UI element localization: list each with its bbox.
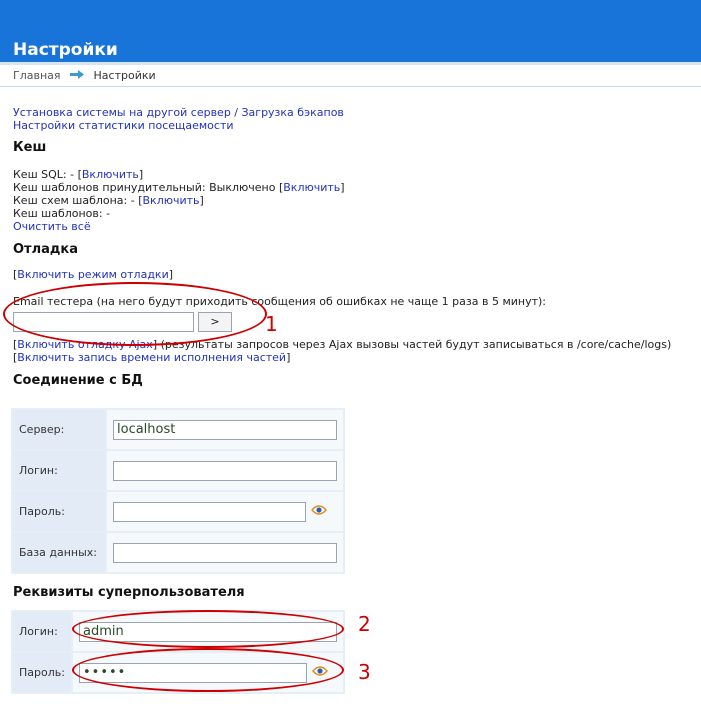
eye-icon[interactable] (311, 504, 327, 519)
cache-tpl-forced-row: Кеш шаблонов принудительный: Выключено [… (13, 181, 345, 194)
page-title: Настройки (13, 40, 118, 60)
cache-schema-row: Кеш схем шаблона: - [Включить] (13, 194, 204, 207)
debug-mode-enable-link[interactable]: Включить режим отладки (17, 268, 168, 281)
annotation-ellipse-2 (72, 610, 344, 648)
stats-settings-link[interactable]: Настройки статистики посещаемости (13, 119, 234, 132)
db-form-table: Сервер: localhost Логин: Пароль: База да… (11, 408, 345, 574)
annotation-ellipse-1 (3, 282, 267, 346)
breadcrumb-home-link[interactable]: Главная (13, 69, 61, 82)
debug-heading: Отладка (13, 242, 78, 257)
annotation-number-1: 1 (265, 312, 278, 336)
timing-enable-link[interactable]: Включить запись времени исполнения часте… (17, 351, 286, 364)
db-server-input[interactable]: localhost (113, 419, 337, 440)
db-server-label: Сервер: (13, 410, 105, 449)
db-password-label: Пароль: (13, 492, 105, 531)
annotation-number-3: 3 (358, 660, 371, 684)
debug-mode-row: [Включить режим отладки] (13, 268, 174, 281)
db-database-label: База данных: (13, 533, 105, 572)
cache-sql-label: Кеш SQL: - (13, 168, 78, 181)
cache-clear-all-link[interactable]: Очистить всё (13, 220, 91, 233)
cache-tpl-forced-label: Кеш шаблонов принудительный: Выключено (13, 181, 279, 194)
db-login-label: Логин: (13, 451, 105, 490)
page-header: Настройки (0, 0, 701, 62)
db-password-input[interactable] (113, 501, 306, 522)
cache-sql-enable-link[interactable]: Включить (82, 168, 139, 181)
cache-heading: Кеш (13, 140, 47, 155)
superuser-heading: Реквизиты суперпользователя (13, 585, 245, 600)
db-server-row: Сервер: localhost (13, 410, 343, 449)
cache-tpl-forced-enable-link[interactable]: Включить (283, 181, 340, 194)
ajax-debug-desc: (результаты запросов через Ajax вызовы ч… (157, 338, 672, 351)
db-login-row: Логин: (13, 451, 343, 490)
breadcrumb-divider (0, 86, 701, 87)
install-backup-link[interactable]: Установка системы на другой сервер / Заг… (13, 106, 344, 119)
arrow-right-icon (70, 69, 85, 82)
breadcrumb: Главная Настройки (13, 69, 156, 82)
db-password-row: Пароль: (13, 492, 343, 531)
timing-row: [Включить запись времени исполнения част… (13, 351, 291, 364)
header-divider (0, 62, 701, 65)
breadcrumb-current: Настройки (93, 69, 156, 82)
annotation-number-2: 2 (358, 612, 371, 636)
db-login-input[interactable] (113, 460, 337, 481)
cache-sql-row: Кеш SQL: - [Включить] (13, 168, 144, 181)
cache-tpl-label: Кеш шаблонов: - (13, 207, 111, 220)
superuser-password-label: Пароль: (13, 653, 71, 692)
cache-schema-enable-link[interactable]: Включить (143, 194, 200, 207)
annotation-ellipse-3 (72, 648, 344, 692)
db-database-row: База данных: (13, 533, 343, 572)
db-database-input[interactable] (113, 542, 337, 563)
superuser-login-label: Логин: (13, 612, 71, 651)
db-heading: Соединение с БД (13, 373, 143, 388)
cache-schema-label: Кеш схем шаблона: - (13, 194, 139, 207)
